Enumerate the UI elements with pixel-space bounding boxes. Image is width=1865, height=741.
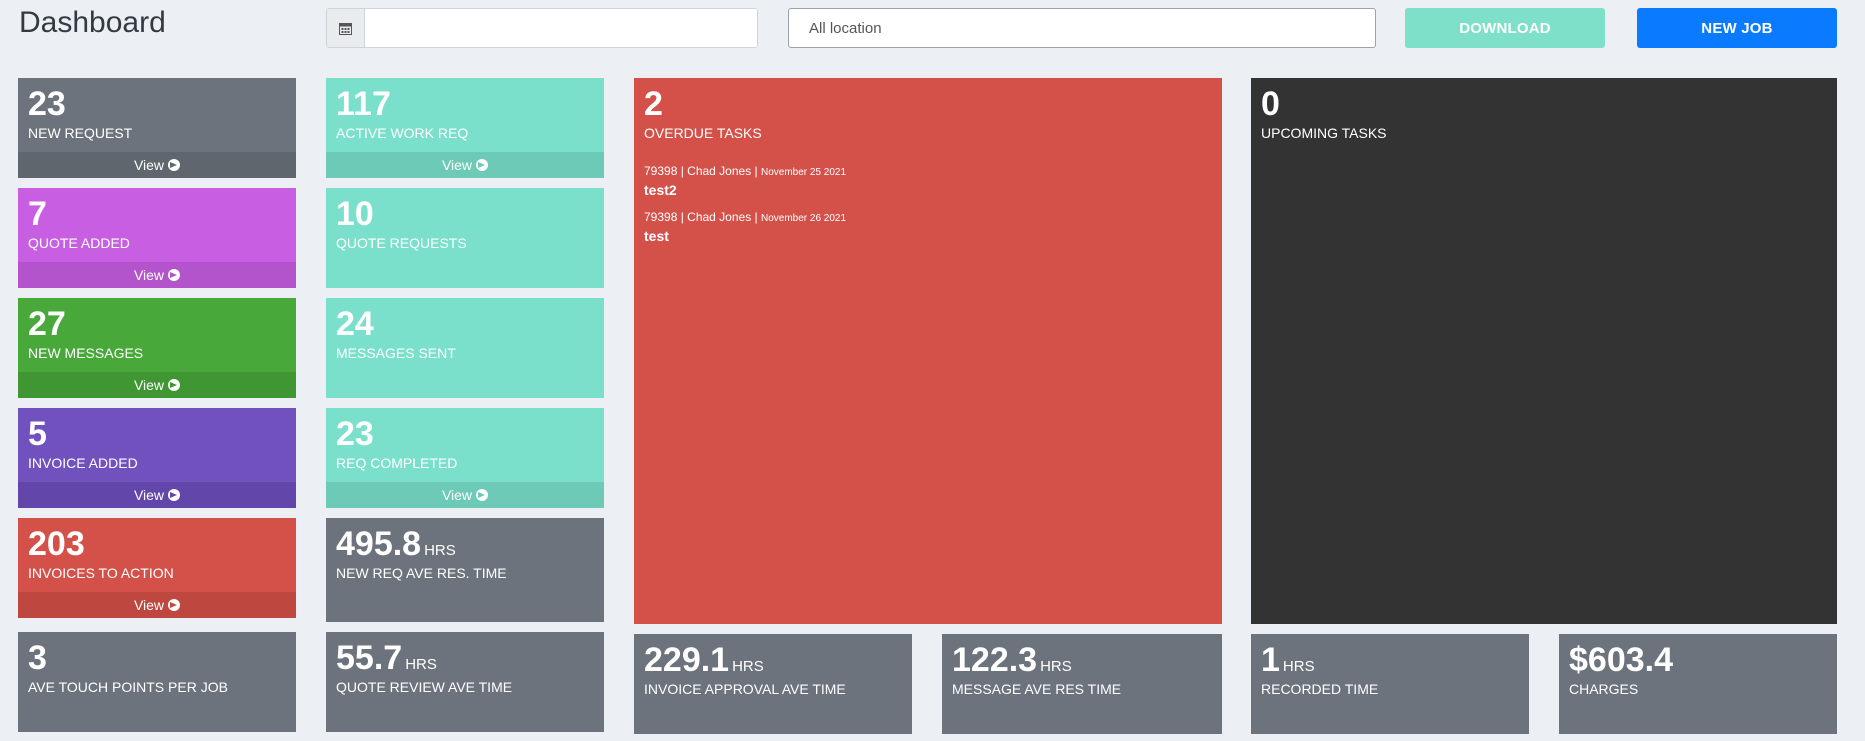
stat-value: 5 xyxy=(28,415,47,453)
stat-label: NEW MESSAGES xyxy=(28,345,144,361)
stat-unit: HRS xyxy=(405,656,437,673)
task-item[interactable]: 79398 | Chad Jones | November 26 2021 te… xyxy=(644,209,1212,245)
stat-value: 24 xyxy=(336,305,374,343)
new-messages-card: 27 NEW MESSAGES View xyxy=(18,298,296,398)
messages-sent-card: 24 MESSAGES SENT xyxy=(326,298,604,398)
view-link[interactable]: View xyxy=(18,482,296,508)
quote-review-ave-time-card: 55.7 HRS QUOTE REVIEW AVE TIME xyxy=(326,632,604,732)
arrow-circle-right-icon xyxy=(168,269,181,281)
stat-label: NEW REQUEST xyxy=(28,125,133,141)
date-picker[interactable] xyxy=(326,8,758,48)
view-link[interactable]: View xyxy=(18,592,296,618)
view-link[interactable]: View xyxy=(326,152,604,178)
view-label: View xyxy=(133,267,165,283)
date-input[interactable] xyxy=(365,9,757,47)
view-label: View xyxy=(133,487,165,503)
task-item[interactable]: 79398 | Chad Jones | November 25 2021 te… xyxy=(644,163,1212,199)
stat-unit: HRS xyxy=(732,658,764,675)
view-label: View xyxy=(441,487,473,503)
stat-label: UPCOMING TASKS xyxy=(1261,125,1387,141)
req-completed-card: 23 REQ COMPLETED View xyxy=(326,408,604,508)
stat-unit: HRS xyxy=(1282,658,1315,675)
ave-touch-points-card: 3 AVE TOUCH POINTS PER JOB xyxy=(18,632,296,732)
charges-card: $603.4 CHARGES xyxy=(1559,634,1837,734)
upcoming-tasks-card: 0 UPCOMING TASKS xyxy=(1251,78,1837,624)
view-label: View xyxy=(441,157,473,173)
new-request-card: 23 NEW REQUEST View xyxy=(18,78,296,178)
stat-value: $603.4 xyxy=(1569,641,1673,679)
stat-label: MESSAGE AVE RES TIME xyxy=(952,681,1122,697)
stat-number: 1 xyxy=(1261,641,1280,679)
stat-value: 10 xyxy=(336,195,374,233)
stat-value: 23 xyxy=(28,85,66,123)
task-date: November 25 2021 xyxy=(760,167,847,178)
stat-label: CHARGES xyxy=(1569,681,1639,697)
stat-value: 23 xyxy=(336,415,374,453)
invoice-added-card: 5 INVOICE ADDED View xyxy=(18,408,296,508)
stat-value: 117 xyxy=(336,85,391,123)
stat-label: OVERDUE TASKS xyxy=(644,125,762,141)
stat-label: NEW REQ AVE RES. TIME xyxy=(336,565,507,581)
stat-label: INVOICE ADDED xyxy=(28,455,138,471)
stat-label: QUOTE REQUESTS xyxy=(336,235,467,251)
stat-label: ACTIVE WORK REQ xyxy=(336,125,469,141)
view-label: View xyxy=(133,157,165,173)
task-date: November 26 2021 xyxy=(760,213,847,224)
task-meta: 79398 | Chad Jones | November 25 2021 xyxy=(644,163,1212,181)
arrow-circle-right-icon xyxy=(168,379,181,391)
view-label: View xyxy=(133,597,165,613)
stat-unit: HRS xyxy=(1040,658,1072,675)
stat-number: 229.1 xyxy=(644,641,730,679)
arrow-circle-right-icon xyxy=(476,159,489,171)
quote-requests-card: 10 QUOTE REQUESTS xyxy=(326,188,604,288)
view-label: View xyxy=(133,377,165,393)
overdue-tasks-card: 2 OVERDUE TASKS 79398 | Chad Jones | Nov… xyxy=(634,78,1222,624)
task-title: test2 xyxy=(644,182,677,198)
view-link[interactable]: View xyxy=(18,262,296,288)
page-title: Dashboard xyxy=(19,6,166,39)
view-link[interactable]: View xyxy=(18,372,296,398)
task-info: 79398 | Chad Jones | xyxy=(644,210,761,224)
arrow-circle-right-icon xyxy=(168,159,181,171)
stat-label: INVOICES TO ACTION xyxy=(28,565,174,581)
new-req-ave-res-time-card: 495.8 HRS NEW REQ AVE RES. TIME xyxy=(326,518,604,622)
view-link[interactable]: View xyxy=(326,482,604,508)
task-info: 79398 | Chad Jones | xyxy=(644,164,761,178)
stat-number: 55.7 xyxy=(336,639,403,677)
message-ave-res-time-card: 122.3 HRS MESSAGE AVE RES TIME xyxy=(942,634,1222,734)
new-job-button[interactable]: NEW JOB xyxy=(1637,8,1837,48)
arrow-circle-right-icon xyxy=(168,599,181,611)
stat-label: QUOTE ADDED xyxy=(28,235,130,251)
stat-value: 2 xyxy=(644,85,663,123)
stat-number: 495.8 xyxy=(336,525,422,563)
task-title: test xyxy=(644,228,669,244)
stat-value: 7 xyxy=(28,195,47,233)
stat-label: MESSAGES SENT xyxy=(336,345,456,361)
stat-value: 27 xyxy=(28,305,66,343)
calendar-icon[interactable] xyxy=(327,9,365,47)
quote-added-card: 7 QUOTE ADDED View xyxy=(18,188,296,288)
stat-value: 203 xyxy=(28,525,85,563)
stat-label: AVE TOUCH POINTS PER JOB xyxy=(28,679,228,695)
invoices-to-action-card: 203 INVOICES TO ACTION View xyxy=(18,518,296,618)
recorded-time-card: 1 HRS RECORDED TIME xyxy=(1251,634,1529,734)
stat-value: 3 xyxy=(28,639,47,677)
stat-value: 0 xyxy=(1261,85,1280,123)
stat-label: INVOICE APPROVAL AVE TIME xyxy=(644,681,846,697)
stat-label: QUOTE REVIEW AVE TIME xyxy=(336,679,513,695)
location-input[interactable] xyxy=(788,8,1376,48)
download-button[interactable]: DOWNLOAD xyxy=(1405,8,1605,48)
active-work-req-card: 117 ACTIVE WORK REQ View xyxy=(326,78,604,178)
stat-unit: HRS xyxy=(424,542,456,559)
stat-number: 122.3 xyxy=(952,641,1038,679)
task-list: 79398 | Chad Jones | November 25 2021 te… xyxy=(644,163,1212,255)
stat-label: REQ COMPLETED xyxy=(336,455,458,471)
view-link[interactable]: View xyxy=(18,152,296,178)
arrow-circle-right-icon xyxy=(168,489,181,501)
task-meta: 79398 | Chad Jones | November 26 2021 xyxy=(644,209,1212,227)
stat-label: RECORDED TIME xyxy=(1261,681,1379,697)
arrow-circle-right-icon xyxy=(476,489,489,501)
invoice-approval-ave-time-card: 229.1 HRS INVOICE APPROVAL AVE TIME xyxy=(634,634,912,734)
